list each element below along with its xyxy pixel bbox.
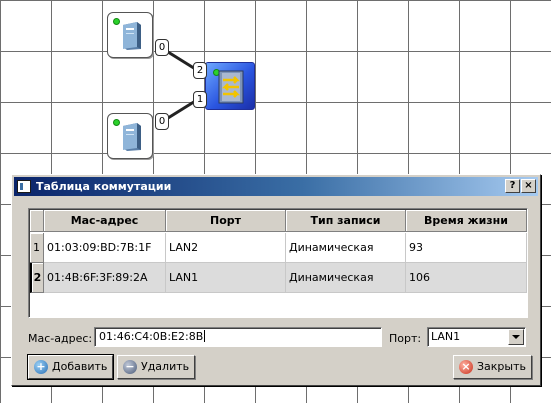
port-select-value: LAN1 — [431, 330, 461, 343]
switch-icon — [218, 70, 244, 104]
mac-address-input[interactable]: 01:46:C4:0B:E2:8B — [94, 327, 382, 347]
cell-port[interactable]: LAN2 — [166, 233, 286, 263]
header-corner — [30, 210, 44, 232]
port-label-pc-top: 0 — [155, 39, 169, 56]
remove-button[interactable]: − Удалить — [117, 355, 196, 379]
table-row[interactable]: 2 01:4B:6F:3F:89:2A LAN1 Динамическая 10… — [30, 263, 527, 293]
column-header-type[interactable]: Тип записи — [286, 210, 406, 232]
dialog-title: Таблица коммутации — [36, 180, 172, 193]
row-number[interactable]: 2 — [30, 263, 44, 293]
cell-mac[interactable]: 01:03:09:BD:7B:1F — [44, 233, 166, 263]
status-led — [113, 18, 120, 25]
column-header-ttl[interactable]: Время жизни — [406, 210, 527, 232]
mac-address-label: Mac-адрес: — [28, 332, 93, 345]
close-button[interactable]: × Закрыть — [453, 355, 532, 379]
switching-table-dialog: Таблица коммутации ? × Mac-адрес Порт Ти… — [11, 174, 541, 386]
chevron-down-icon[interactable] — [508, 329, 524, 345]
computer-icon — [123, 123, 141, 151]
mac-address-value: 01:46:C4:0B:E2:8B — [99, 330, 204, 343]
remove-button-label: Удалить — [141, 360, 190, 373]
switching-table[interactable]: Mac-адрес Порт Тип записи Время жизни 1 … — [28, 208, 528, 318]
column-header-mac[interactable]: Mac-адрес — [44, 210, 166, 232]
port-label: Порт: — [389, 332, 422, 345]
computer-node-bottom[interactable] — [107, 113, 153, 159]
help-button[interactable]: ? — [505, 179, 520, 193]
cell-type[interactable]: Динамическая — [286, 233, 406, 263]
computer-node-top[interactable] — [107, 12, 153, 58]
computer-icon — [123, 22, 141, 50]
cell-mac[interactable]: 01:4B:6F:3F:89:2A — [44, 263, 166, 293]
status-led — [113, 119, 120, 126]
window-icon — [17, 180, 31, 193]
text-caret — [204, 330, 206, 342]
cell-type[interactable]: Динамическая — [286, 263, 406, 293]
add-button[interactable]: + Добавить — [26, 354, 115, 380]
port-label-pc-bottom: 0 — [155, 113, 169, 130]
switch-node[interactable] — [205, 62, 255, 110]
cell-port[interactable]: LAN1 — [166, 263, 286, 293]
column-header-port[interactable]: Порт — [166, 210, 286, 232]
dialog-titlebar[interactable]: Таблица коммутации ? × — [14, 177, 538, 196]
cell-ttl[interactable]: 93 — [406, 233, 527, 263]
port-select[interactable]: LAN1 — [427, 327, 526, 347]
add-icon: + — [34, 360, 48, 374]
add-button-label: Добавить — [52, 360, 108, 373]
title-close-button[interactable]: × — [521, 179, 536, 193]
close-button-label: Закрыть — [477, 360, 526, 373]
port-label-switch-lan1: 1 — [193, 91, 207, 108]
table-row[interactable]: 1 01:03:09:BD:7B:1F LAN2 Динамическая 93 — [30, 233, 527, 263]
cell-ttl[interactable]: 106 — [406, 263, 527, 293]
network-links — [167, 50, 206, 120]
table-header: Mac-адрес Порт Тип записи Время жизни — [30, 210, 527, 232]
close-icon: × — [459, 360, 473, 374]
remove-icon: − — [123, 360, 137, 374]
port-label-switch-lan2: 2 — [193, 62, 207, 79]
row-number[interactable]: 1 — [30, 233, 44, 263]
